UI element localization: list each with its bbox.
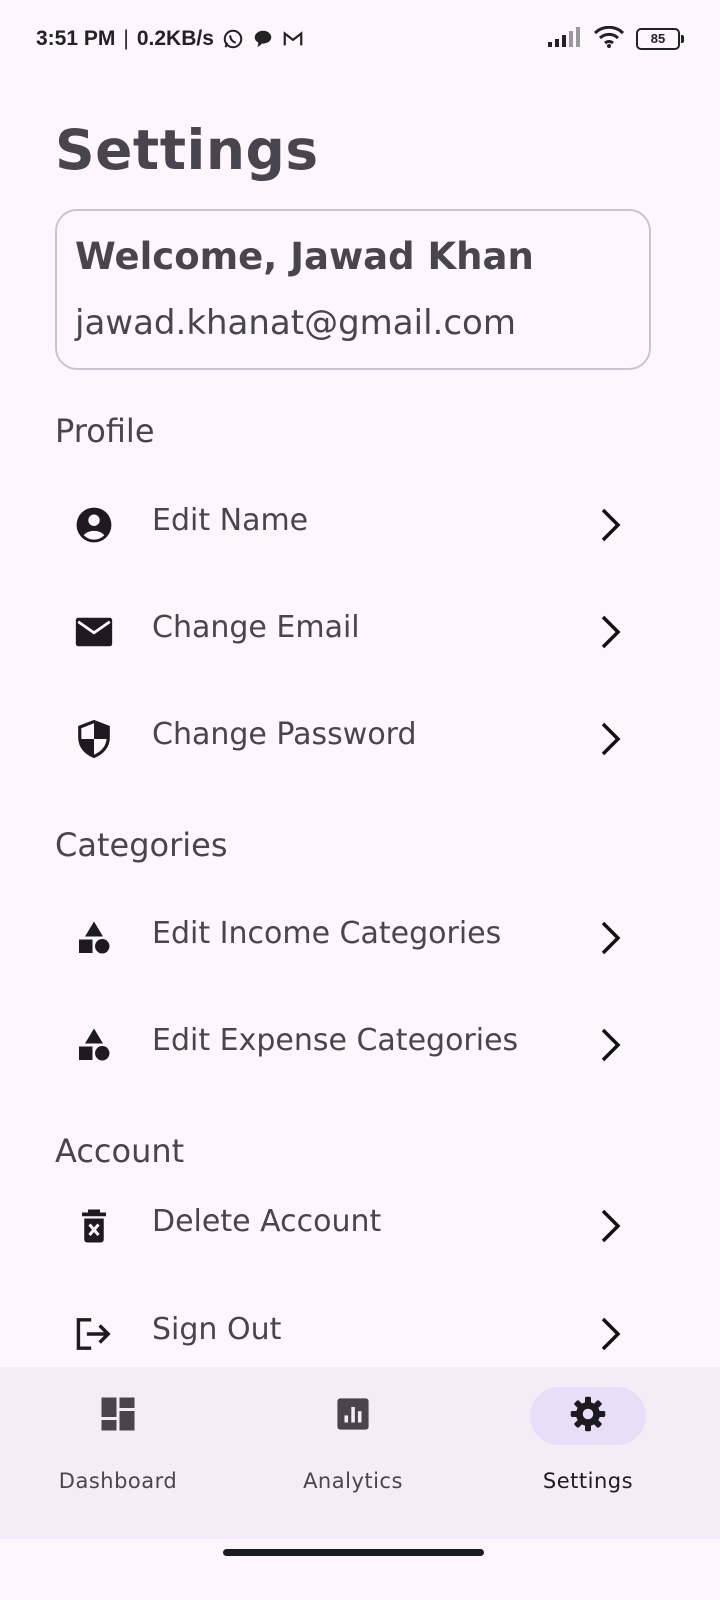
battery-icon: 85: [636, 28, 684, 50]
settings-item-sign-out[interactable]: Sign Out: [55, 1288, 651, 1378]
status-bar: 3:51 PM | 0.2KB/s 85: [0, 0, 720, 84]
status-left: 3:51 PM | 0.2KB/s: [36, 27, 304, 51]
chevron-right-icon: [595, 1316, 625, 1352]
settings-item-edit-income-categories[interactable]: Edit Income Categories: [55, 892, 651, 982]
section-title-profile: Profile: [55, 412, 155, 450]
gear-icon: [570, 1396, 606, 1436]
settings-item-label: Edit Name: [152, 503, 309, 538]
nav-label: Settings: [542, 1469, 634, 1493]
whatsapp-icon: [222, 28, 244, 50]
welcome-email: jawad.khanat@gmail.com: [75, 303, 516, 343]
page-title: Settings: [55, 118, 319, 182]
nav-label: Analytics: [303, 1469, 403, 1493]
nav-pill-active: [530, 1387, 646, 1445]
section-title-categories: Categories: [55, 826, 228, 864]
signal-icon: [548, 27, 582, 51]
nav-pill: [295, 1387, 411, 1445]
nav-item-analytics[interactable]: Analytics: [253, 1387, 453, 1507]
gmail-icon: [282, 28, 304, 50]
settings-item-delete-account[interactable]: Delete Account: [55, 1180, 651, 1270]
section-title-account: Account: [55, 1132, 185, 1170]
gesture-bar[interactable]: [223, 1549, 484, 1556]
chevron-right-icon: [595, 920, 625, 956]
account-circle-icon: [75, 506, 113, 544]
shield-icon: [75, 720, 113, 758]
chevron-right-icon: [595, 507, 625, 543]
wifi-icon: [593, 25, 625, 52]
dashboard-icon: [100, 1396, 136, 1436]
settings-item-change-email[interactable]: Change Email: [55, 586, 651, 676]
settings-item-label: Edit Income Categories: [152, 916, 502, 951]
logout-icon: [75, 1315, 113, 1353]
mail-icon: [75, 613, 113, 651]
chevron-right-icon: [595, 721, 625, 757]
chevron-right-icon: [595, 1027, 625, 1063]
settings-item-label: Change Password: [152, 717, 417, 752]
settings-item-label: Sign Out: [152, 1312, 282, 1347]
settings-item-label: Change Email: [152, 610, 360, 645]
welcome-name: Welcome, Jawad Khan: [75, 235, 534, 278]
status-network-speed: 0.2KB/s: [136, 27, 214, 50]
settings-item-edit-name[interactable]: Edit Name: [55, 479, 651, 569]
status-time: 3:51 PM: [36, 27, 116, 50]
settings-item-label: Delete Account: [152, 1204, 382, 1239]
chevron-right-icon: [595, 614, 625, 650]
settings-item-edit-expense-categories[interactable]: Edit Expense Categories: [55, 999, 651, 1089]
status-right: 85: [548, 25, 684, 52]
status-separator: |: [123, 27, 129, 50]
nav-item-settings[interactable]: Settings: [488, 1387, 688, 1507]
nav-item-dashboard[interactable]: Dashboard: [18, 1387, 218, 1507]
shapes-icon: [75, 1026, 113, 1064]
analytics-icon: [336, 1397, 370, 1435]
settings-item-label: Edit Expense Categories: [152, 1023, 519, 1058]
chevron-right-icon: [595, 1208, 625, 1244]
settings-item-change-password[interactable]: Change Password: [55, 693, 651, 783]
delete-icon: [75, 1207, 113, 1245]
nav-pill: [60, 1387, 176, 1445]
shapes-icon: [75, 919, 113, 957]
bottom-navigation: Dashboard Analytics Settings: [0, 1367, 720, 1539]
welcome-card: Welcome, Jawad Khan jawad.khanat@gmail.c…: [55, 209, 651, 370]
chat-bubble-icon: [252, 28, 274, 50]
nav-label: Dashboard: [58, 1469, 178, 1493]
